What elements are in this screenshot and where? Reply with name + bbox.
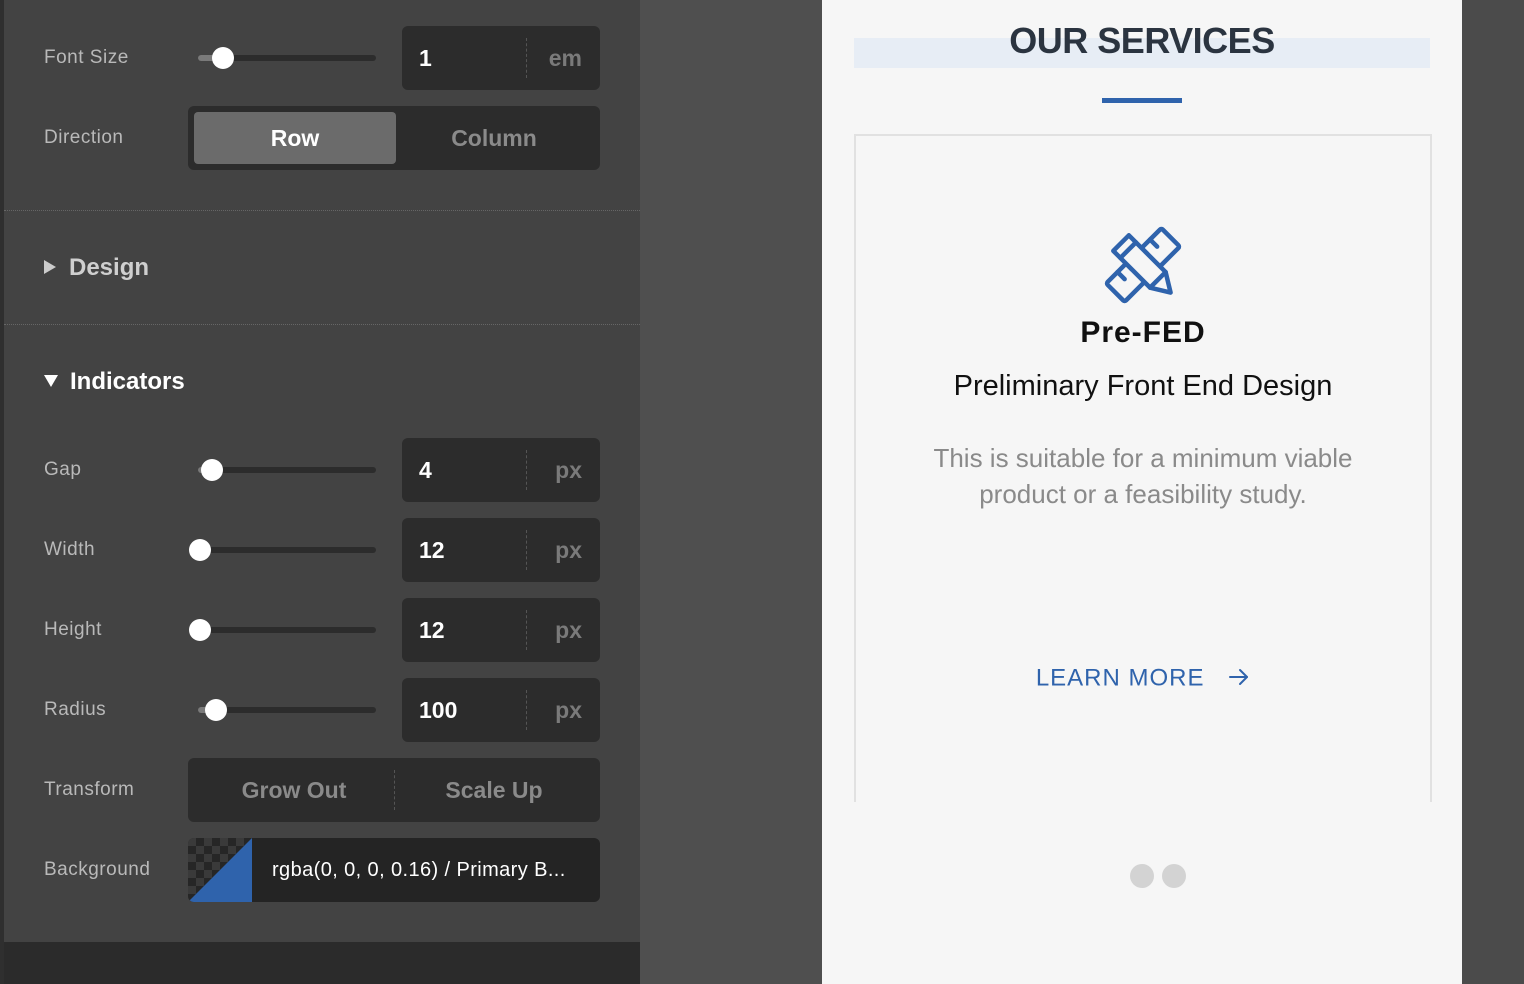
learn-more-label[interactable]: LEARN MORE (1036, 665, 1205, 692)
card-description: This is suitable for a minimum viable pr… (933, 443, 1353, 509)
width-slider[interactable] (189, 539, 376, 561)
background-color-value: rgba(0, 0, 0, 0.16) / Primary B... (272, 859, 566, 881)
font-size-slider[interactable] (198, 47, 376, 69)
radius-label: Radius (44, 699, 107, 720)
carousel-indicator-dot[interactable] (1162, 864, 1186, 888)
transform-scale-up-option[interactable]: Scale Up (394, 764, 594, 816)
direction-column-option[interactable]: Column (394, 112, 594, 164)
caret-right-icon (44, 259, 56, 274)
width-unit-select[interactable]: px (555, 518, 582, 582)
gap-value[interactable]: 4 (419, 438, 432, 502)
gap-label: Gap (44, 459, 82, 480)
color-swatch-icon (188, 838, 252, 902)
canvas-margin (1462, 0, 1524, 984)
font-size-label: Font Size (44, 47, 129, 68)
background-color-swatch[interactable] (188, 838, 252, 902)
service-card: Pre-FED Preliminary Front End Design Thi… (854, 134, 1432, 802)
radius-input[interactable]: 100 px (402, 678, 600, 742)
font-size-input-divider (526, 38, 527, 78)
radius-slider[interactable] (198, 699, 376, 721)
font-size-unit-select[interactable]: em (549, 26, 582, 90)
section-divider (4, 324, 640, 325)
heading-underline (1102, 98, 1182, 103)
height-label: Height (44, 619, 102, 640)
card-subtitle: Preliminary Front End Design (953, 370, 1333, 402)
height-unit-select[interactable]: px (555, 598, 582, 662)
width-input-divider (526, 530, 527, 570)
panel-footer (4, 942, 640, 984)
radius-value[interactable]: 100 (419, 678, 457, 742)
width-label: Width (44, 539, 96, 560)
panel-edge (0, 0, 4, 984)
design-section-header[interactable]: Design (44, 254, 149, 282)
direction-row-option[interactable]: Row (194, 112, 396, 164)
width-slider-thumb[interactable] (189, 539, 211, 561)
indicators-section-label: Indicators (70, 368, 185, 395)
height-input[interactable]: 12 px (402, 598, 600, 662)
font-size-value[interactable]: 1 (419, 26, 432, 90)
section-divider (4, 210, 640, 211)
settings-panel: Font Size 1 em Direction Row Column Desi… (0, 0, 640, 984)
background-label: Background (44, 859, 151, 880)
transform-toggle: Grow Out Scale Up (188, 758, 600, 822)
direction-toggle: Row Column (188, 106, 600, 170)
transform-label: Transform (44, 779, 135, 800)
learn-more-link[interactable]: LEARN MORE (856, 664, 1430, 693)
height-value[interactable]: 12 (419, 598, 445, 662)
gap-input[interactable]: 4 px (402, 438, 600, 502)
gap-unit-select[interactable]: px (555, 438, 582, 502)
card-title: Pre-FED (1080, 316, 1206, 349)
width-value[interactable]: 12 (419, 518, 445, 582)
preview-canvas: OUR SERVICES Pre-FED Preliminary Front E… (822, 0, 1462, 984)
gap-slider[interactable] (198, 459, 376, 481)
design-section-label: Design (69, 254, 150, 281)
radius-input-divider (526, 690, 527, 730)
radius-slider-thumb[interactable] (205, 699, 227, 721)
gap-slider-thumb[interactable] (201, 459, 223, 481)
caret-down-icon (44, 374, 58, 387)
font-size-input[interactable]: 1 em (402, 26, 600, 90)
indicators-section-header[interactable]: Indicators (44, 368, 185, 396)
height-input-divider (526, 610, 527, 650)
height-slider-thumb[interactable] (189, 619, 211, 641)
width-input[interactable]: 12 px (402, 518, 600, 582)
radius-unit-select[interactable]: px (555, 678, 582, 742)
arrow-right-icon[interactable] (1228, 665, 1250, 693)
direction-label: Direction (44, 127, 124, 148)
pencil-ruler-icon (1102, 224, 1184, 311)
services-heading: OUR SERVICES (1009, 20, 1275, 61)
transform-grow-out-option[interactable]: Grow Out (194, 764, 394, 816)
height-slider[interactable] (189, 619, 376, 641)
carousel-indicator-dot[interactable] (1130, 864, 1154, 888)
background-color-field[interactable]: rgba(0, 0, 0, 0.16) / Primary B... (188, 838, 600, 902)
font-size-slider-thumb[interactable] (212, 47, 234, 69)
gap-input-divider (526, 450, 527, 490)
